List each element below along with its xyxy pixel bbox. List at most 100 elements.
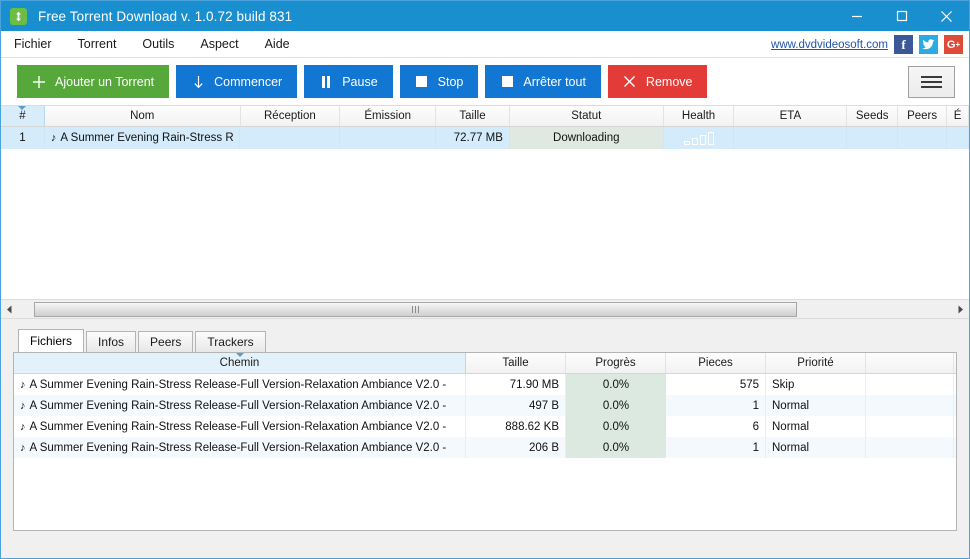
download-arrow-icon [191, 75, 205, 89]
stop-label: Stop [437, 74, 464, 89]
file-cell-pieces: 1 [666, 395, 766, 416]
column-header-seeds[interactable]: Seeds [847, 106, 899, 126]
file-cell-priorite: Normal [766, 395, 866, 416]
column-header-statut[interactable]: Statut [510, 106, 664, 126]
chevron-right-icon[interactable] [952, 301, 969, 318]
file-column-header-chemin-label: Chemin [219, 357, 260, 369]
scrollbar-track[interactable] [18, 300, 952, 318]
menu-bar: Fichier Torrent Outils Aspect Aide www.d… [1, 31, 969, 58]
sort-arrow-icon [235, 353, 244, 357]
application-window: Free Torrent Download v. 1.0.72 build 83… [0, 0, 970, 559]
cell-eta [734, 127, 848, 149]
file-column-header-progres[interactable]: Progrès [566, 353, 666, 373]
cell-emission [340, 127, 437, 149]
file-cell-extra [866, 437, 954, 458]
file-cell-progres: 0.0% [566, 395, 666, 416]
column-header-emission[interactable]: Émission [340, 106, 437, 126]
remove-button[interactable]: Remove [607, 65, 708, 98]
maximize-button[interactable] [879, 1, 924, 31]
add-torrent-button[interactable]: Ajouter un Torrent [17, 65, 170, 98]
cell-nom: ♪ A Summer Evening Rain-Stress R [45, 127, 241, 149]
stop-button[interactable]: Stop [399, 65, 479, 98]
file-cell-taille: 206 B [466, 437, 566, 458]
pause-label: Pause [342, 74, 378, 89]
chevron-left-icon[interactable] [1, 301, 18, 318]
torrent-list-empty-area [1, 149, 969, 299]
app-icon [10, 7, 27, 25]
menu-item-outils[interactable]: Outils [129, 31, 187, 58]
file-cell-pieces: 6 [666, 416, 766, 437]
facebook-icon[interactable]: f [894, 35, 913, 54]
column-header-eta[interactable]: ETA [734, 106, 848, 126]
menu-item-aspect[interactable]: Aspect [187, 31, 251, 58]
remove-label: Remove [645, 74, 693, 89]
signal-bars-icon [683, 131, 714, 145]
file-column-header-taille[interactable]: Taille [466, 353, 566, 373]
table-row[interactable]: ♪ A Summer Evening Rain-Stress Release-F… [14, 416, 956, 437]
column-header-reception[interactable]: Réception [241, 106, 341, 126]
scrollbar-thumb[interactable] [34, 301, 797, 317]
file-column-header-priorite[interactable]: Priorité [766, 353, 866, 373]
file-cell-progres: 0.0% [566, 437, 666, 458]
horizontal-scrollbar[interactable] [1, 300, 969, 319]
website-link[interactable]: www.dvdvideosoft.com [771, 39, 888, 51]
file-cell-chemin: ♪ A Summer Evening Rain-Stress Release-F… [14, 416, 466, 437]
tab-fichiers[interactable]: Fichiers [18, 329, 85, 352]
stop-icon [415, 76, 429, 87]
menu-item-aide[interactable]: Aide [252, 31, 303, 58]
minimize-button[interactable] [834, 1, 879, 31]
table-row[interactable]: 1 ♪ A Summer Evening Rain-Stress R 72.77… [1, 127, 969, 149]
column-header-num-label: # [19, 110, 26, 122]
add-torrent-label: Ajouter un Torrent [55, 74, 155, 89]
torrent-list-pane: # Nom Réception Émission Taille Statut H… [1, 106, 969, 300]
menu-item-torrent[interactable]: Torrent [65, 31, 130, 58]
file-cell-chemin-label: A Summer Evening Rain-Stress Release-Ful… [29, 420, 447, 433]
file-cell-chemin: ♪ A Summer Evening Rain-Stress Release-F… [14, 395, 466, 416]
file-cell-progres: 0.0% [566, 374, 666, 395]
stop-all-button[interactable]: Arrêter tout [485, 65, 601, 98]
file-cell-priorite: Normal [766, 437, 866, 458]
hamburger-icon[interactable] [908, 65, 955, 98]
stop-icon [500, 76, 514, 87]
file-cell-chemin-label: A Summer Evening Rain-Stress Release-Ful… [29, 399, 447, 412]
close-button[interactable] [924, 1, 969, 31]
plus-icon [32, 75, 46, 89]
cell-nom-label: A Summer Evening Rain-Stress R [60, 132, 234, 144]
tab-trackers[interactable]: Trackers [195, 331, 266, 352]
cell-statut: Downloading [509, 127, 664, 149]
column-header-health[interactable]: Health [664, 106, 735, 126]
column-header-num[interactable]: # [1, 106, 45, 126]
column-header-nom[interactable]: Nom [45, 106, 241, 126]
googleplus-icon[interactable]: G + [944, 35, 963, 54]
file-cell-chemin-label: A Summer Evening Rain-Stress Release-Ful… [29, 378, 447, 391]
menu-item-fichier[interactable]: Fichier [1, 31, 65, 58]
music-note-icon: ♪ [20, 378, 26, 391]
window-controls [834, 1, 969, 31]
file-list-empty-area [14, 458, 956, 530]
table-row[interactable]: ♪ A Summer Evening Rain-Stress Release-F… [14, 395, 956, 416]
tab-peers[interactable]: Peers [138, 331, 194, 352]
file-column-header-chemin[interactable]: Chemin [14, 353, 466, 373]
cell-health [664, 127, 735, 149]
table-row[interactable]: ♪ A Summer Evening Rain-Stress Release-F… [14, 374, 956, 395]
start-button[interactable]: Commencer [176, 65, 298, 98]
title-bar: Free Torrent Download v. 1.0.72 build 83… [1, 1, 969, 31]
file-cell-taille: 497 B [466, 395, 566, 416]
column-header-extra[interactable]: É [947, 106, 969, 126]
file-column-header-extra[interactable] [866, 353, 954, 373]
file-column-header-pieces[interactable]: Pieces [666, 353, 766, 373]
tab-infos[interactable]: Infos [86, 331, 137, 352]
pause-icon [319, 75, 333, 88]
file-cell-extra [866, 416, 954, 437]
table-row[interactable]: ♪ A Summer Evening Rain-Stress Release-F… [14, 437, 956, 458]
twitter-icon[interactable] [919, 35, 938, 54]
music-note-icon: ♪ [20, 420, 26, 433]
file-list: Chemin Taille Progrès Pieces Priorité ♪ … [13, 352, 957, 531]
pause-button[interactable]: Pause [304, 65, 393, 98]
file-cell-taille: 71.90 MB [466, 374, 566, 395]
music-note-icon: ♪ [20, 399, 26, 412]
column-header-taille[interactable]: Taille [436, 106, 510, 126]
column-header-peers[interactable]: Peers [898, 106, 948, 126]
stop-all-label: Arrêter tout [523, 74, 586, 89]
file-cell-pieces: 1 [666, 437, 766, 458]
